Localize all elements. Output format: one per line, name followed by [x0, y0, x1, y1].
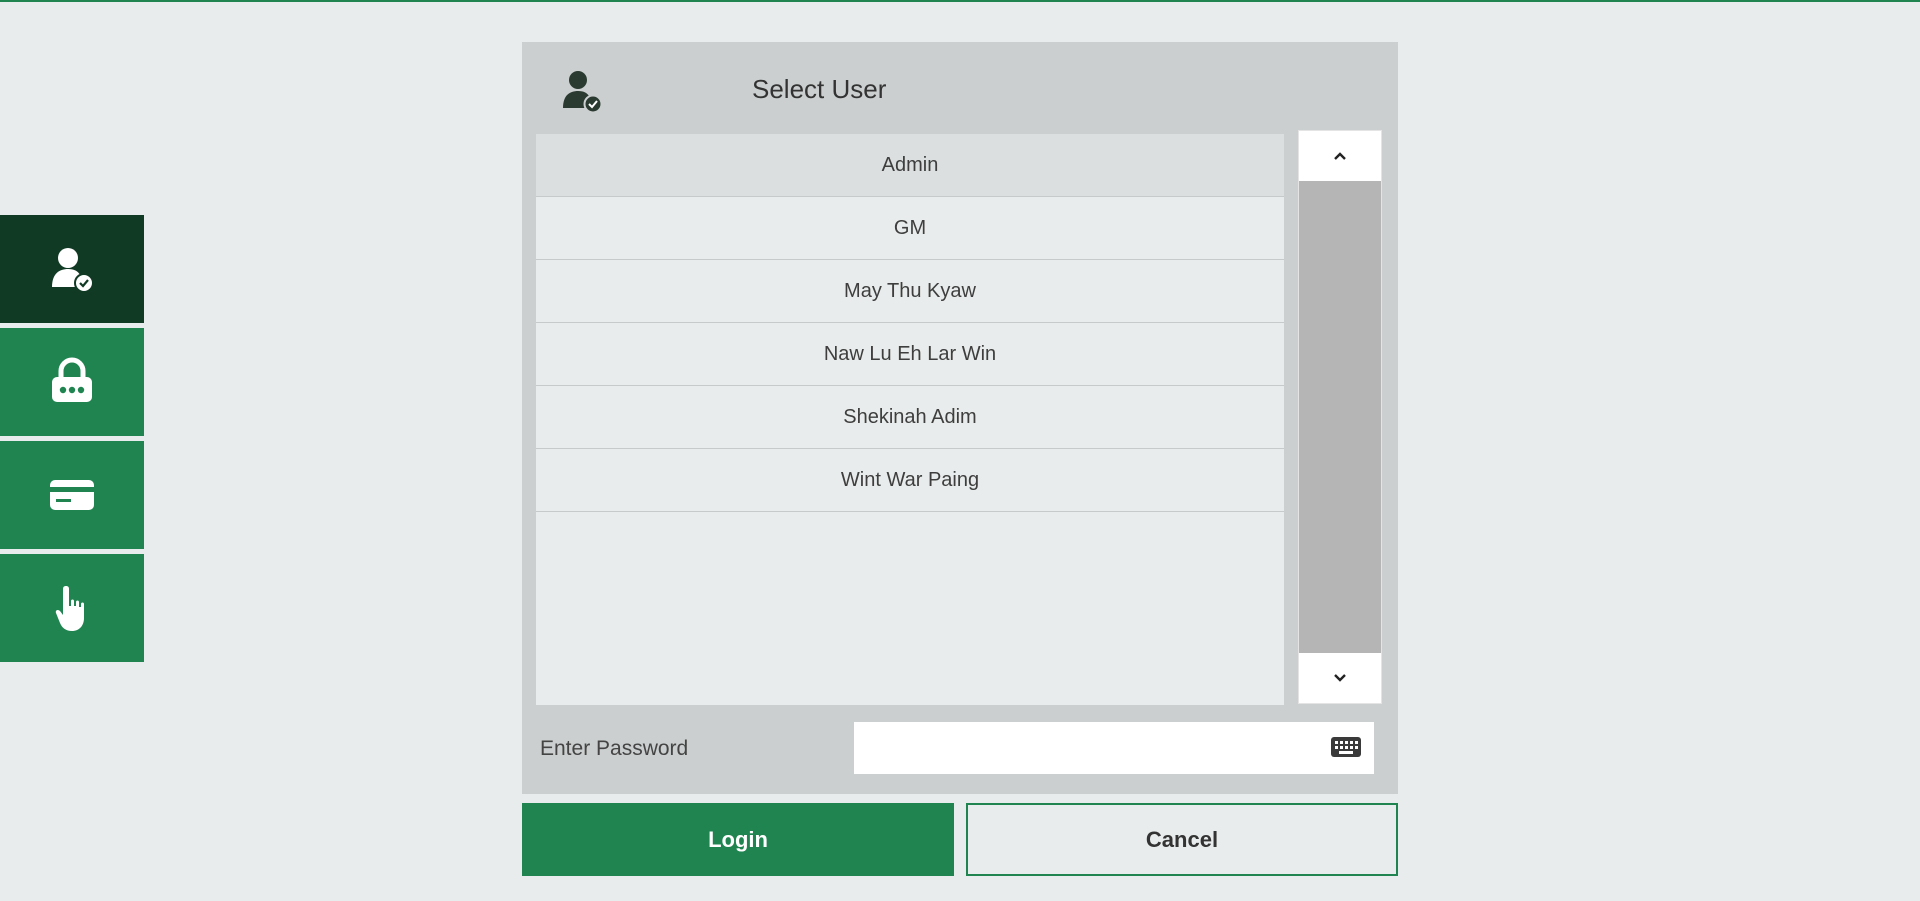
- login-method-rail: [0, 215, 144, 667]
- login-button[interactable]: Login: [522, 803, 954, 876]
- keyboard-icon[interactable]: [1330, 736, 1362, 758]
- user-check-icon: [52, 248, 94, 293]
- user-list-item[interactable]: Admin: [536, 134, 1284, 197]
- password-input[interactable]: [854, 722, 1374, 774]
- user-list: Admin GM May Thu Kyaw Naw Lu Eh Lar Win …: [536, 134, 1284, 705]
- user-list-item[interactable]: GM: [536, 197, 1284, 260]
- user-list-item[interactable]: May Thu Kyaw: [536, 260, 1284, 323]
- user-list-item[interactable]: Wint War Paing: [536, 449, 1284, 512]
- chevron-down-icon: [1334, 674, 1346, 682]
- lock-password-icon: [52, 357, 92, 402]
- rail-user-select-button[interactable]: [0, 215, 144, 323]
- user-list-item[interactable]: Naw Lu Eh Lar Win: [536, 323, 1284, 386]
- user-list-scrollbar[interactable]: [1298, 130, 1382, 704]
- card-icon: [50, 480, 94, 510]
- dialog-title: Select User: [752, 74, 887, 104]
- scroll-down-button[interactable]: [1299, 653, 1381, 703]
- scroll-up-button[interactable]: [1299, 131, 1381, 181]
- cancel-button[interactable]: Cancel: [966, 803, 1398, 876]
- dialog-header: Select User: [522, 42, 1398, 132]
- rail-password-button[interactable]: [0, 328, 144, 436]
- rail-card-button[interactable]: [0, 441, 144, 549]
- password-field: [854, 722, 1374, 774]
- rail-touch-button[interactable]: [0, 554, 144, 662]
- password-label: Enter Password: [540, 737, 689, 760]
- top-accent-line: [0, 0, 1920, 2]
- user-list-item[interactable]: Shekinah Adim: [536, 386, 1284, 449]
- chevron-up-icon: [1334, 152, 1346, 160]
- user-check-icon: [563, 71, 603, 114]
- hand-pointer-icon: [55, 586, 84, 631]
- select-user-dialog: Select User Admin GM May Thu Kyaw Naw Lu…: [522, 42, 1398, 794]
